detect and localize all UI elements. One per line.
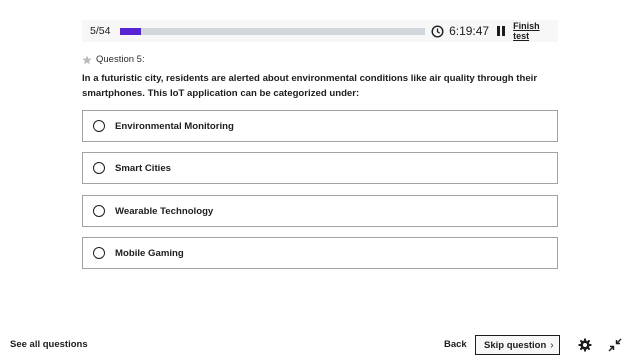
star-icon[interactable] — [82, 55, 92, 65]
answer-option[interactable]: Smart Cities — [82, 152, 558, 184]
radio-button[interactable] — [93, 162, 105, 174]
finish-test-link[interactable]: Finish test — [513, 21, 558, 41]
pause-icon[interactable] — [497, 26, 506, 36]
option-label: Mobile Gaming — [115, 247, 184, 259]
radio-button[interactable] — [93, 247, 105, 259]
question-text: In a futuristic city, residents are aler… — [82, 73, 538, 99]
clock-icon — [431, 24, 444, 38]
answer-option[interactable]: Environmental Monitoring — [82, 110, 558, 142]
question-number: Question 5: — [96, 54, 145, 65]
skip-label: Skip question — [484, 339, 547, 351]
see-all-questions-link[interactable]: See all questions — [10, 339, 88, 350]
chevron-right-icon: › — [550, 339, 554, 351]
back-button[interactable]: Back — [444, 339, 467, 350]
progress-bar — [119, 27, 426, 35]
gear-icon[interactable] — [578, 338, 592, 352]
answer-option[interactable]: Wearable Technology — [82, 195, 558, 227]
question-header: Question 5: — [82, 54, 145, 65]
collapse-icon[interactable] — [608, 338, 622, 352]
radio-button[interactable] — [93, 205, 105, 217]
progress-fill — [119, 27, 142, 35]
progress-count: 5/54 — [90, 25, 111, 37]
skip-question-button[interactable]: Skip question › — [475, 335, 560, 355]
option-label: Environmental Monitoring — [115, 120, 234, 132]
timer: 6:19:47 — [449, 24, 490, 38]
quiz-header: 5/54 6:19:47 Finish test — [82, 20, 558, 42]
option-label: Smart Cities — [115, 162, 171, 174]
option-label: Wearable Technology — [115, 205, 214, 217]
answer-option[interactable]: Mobile Gaming — [82, 237, 558, 269]
radio-button[interactable] — [93, 120, 105, 132]
